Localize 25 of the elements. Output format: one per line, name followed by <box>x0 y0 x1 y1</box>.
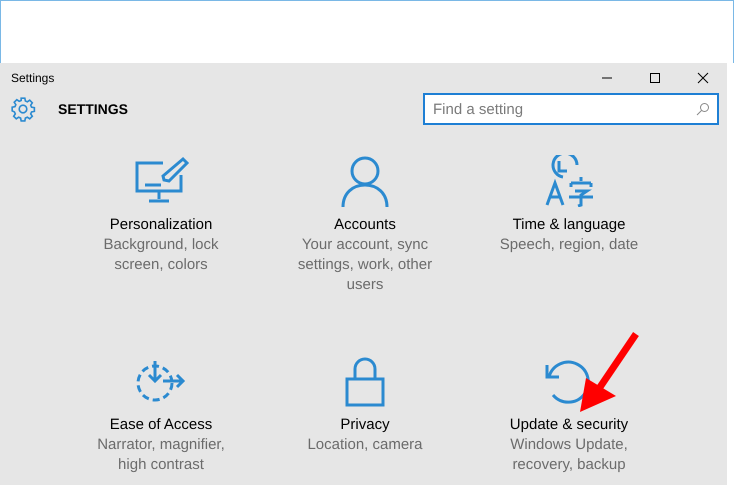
tile-title: Accounts <box>334 215 396 235</box>
window-title: Settings <box>11 70 54 87</box>
maximize-icon <box>649 72 661 84</box>
close-icon <box>697 72 709 84</box>
settings-tile[interactable]: Privacy Location, camera <box>263 355 467 485</box>
tile-title: Time & language <box>512 215 626 235</box>
settings-tile[interactable]: Personalization Background, lock screen, colors <box>59 155 263 355</box>
tile-title: Personalization <box>110 215 212 235</box>
tile-title: Update & security <box>510 415 628 435</box>
tile-description: Narrator, magnifier, high contrast <box>96 435 226 475</box>
tile-title: Ease of Access <box>110 415 212 435</box>
tile-title: Privacy <box>340 415 390 435</box>
search-icon <box>696 102 710 116</box>
settings-tile[interactable]: Update & security Windows Update, recovery, backup <box>467 355 671 485</box>
gear-icon <box>10 96 36 122</box>
settings-tile[interactable]: Time & language Speech, region, date <box>467 155 671 355</box>
tile-description: Location, camera <box>306 435 424 455</box>
page-title: SETTINGS <box>58 100 128 118</box>
tile-description: Speech, region, date <box>498 235 640 255</box>
tile-description: Windows Update, recovery, backup <box>509 435 629 475</box>
search-field[interactable]: Find a setting <box>423 93 719 125</box>
settings-tile[interactable]: Accounts Your account, sync settings, work, other users <box>263 155 467 355</box>
tile-description: Background, lock screen, colors <box>102 235 220 275</box>
settings-tile[interactable]: Ease of Access Narrator, magnifier, high contrast <box>59 355 263 485</box>
tile-description: Your account, sync settings, work, other users <box>296 235 434 295</box>
